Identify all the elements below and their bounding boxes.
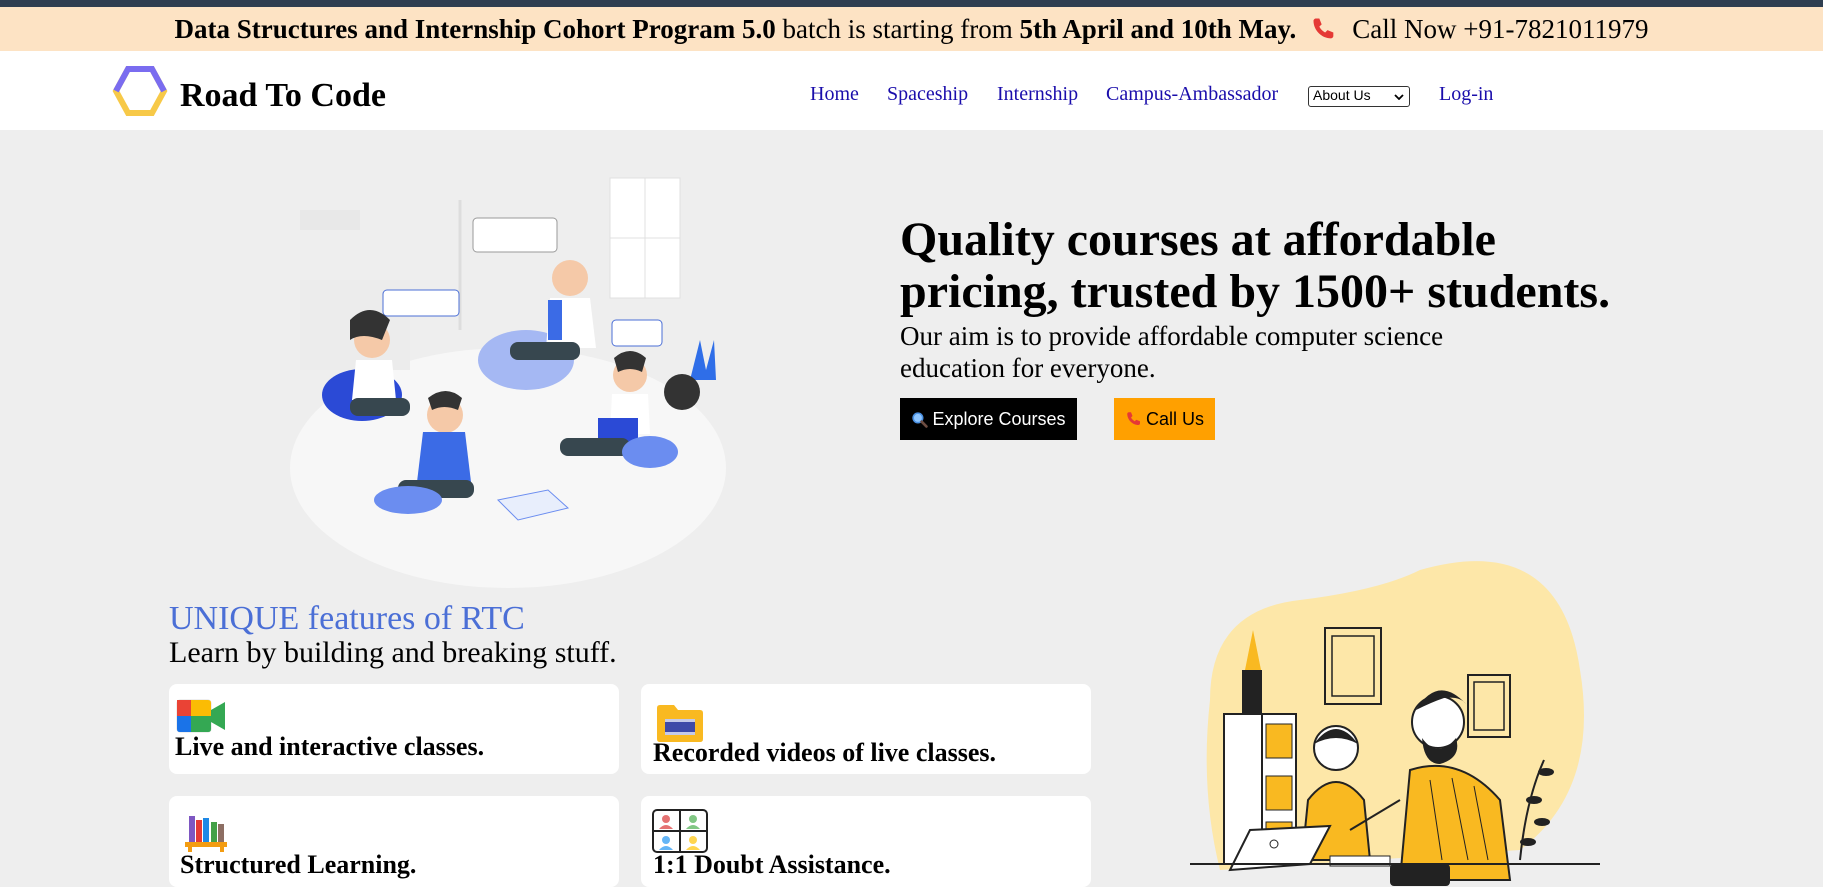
feature-card-doubt: 1:1 Doubt Assistance. <box>641 796 1091 887</box>
hero-subtitle: Our aim is to provide affordable compute… <box>900 321 1444 383</box>
phone-icon <box>1127 412 1140 425</box>
nav-campus-ambassador[interactable]: Campus-Ambassador <box>1106 83 1278 106</box>
brand-name[interactable]: Road To Code <box>180 77 386 115</box>
explore-courses-label: Explore Courses <box>932 408 1066 429</box>
chevron-down-icon <box>1394 94 1404 100</box>
magnifier-icon <box>912 411 929 428</box>
announcement-dates: 5th April and 10th May. <box>1019 13 1297 44</box>
feature-doubt-label: 1:1 Doubt Assistance. <box>653 850 891 879</box>
hero-title: Quality courses at affordable pricing, t… <box>900 213 1611 318</box>
announcement-program: Data Structures and Internship Cohort Pr… <box>174 13 776 44</box>
call-us-label: Call Us <box>1145 408 1204 429</box>
people-grid-icon <box>652 809 708 853</box>
nav-login[interactable]: Log-in <box>1439 83 1493 106</box>
explore-courses-button[interactable]: Explore Courses <box>900 398 1077 440</box>
announcement-call[interactable]: Call Now +91-7821011979 <box>1352 14 1648 45</box>
top-accent-bar <box>0 0 1823 7</box>
features-subtitle: Learn by building and breaking stuff. <box>169 636 617 669</box>
about-us-select[interactable]: About Us <box>1308 86 1410 107</box>
nav-home[interactable]: Home <box>810 83 859 106</box>
features-title: UNIQUE features of RTC <box>169 600 525 637</box>
feature-structured-label: Structured Learning. <box>180 850 417 879</box>
phone-icon <box>1313 18 1334 39</box>
feature-card-recorded: Recorded videos of live classes. <box>641 684 1091 774</box>
mentor-student-illustration <box>1190 561 1600 886</box>
students-discussion-illustration <box>290 177 726 588</box>
call-us-button[interactable]: Call Us <box>1114 398 1215 440</box>
feature-card-structured: Structured Learning. <box>169 796 619 887</box>
feature-card-live: Live and interactive classes. <box>169 684 619 774</box>
feature-live-label: Live and interactive classes. <box>175 732 485 761</box>
logo-hexagon-icon[interactable] <box>112 65 168 117</box>
nav-spaceship[interactable]: Spaceship <box>887 83 968 106</box>
about-us-select-value: About Us <box>1313 87 1371 103</box>
announcement-bar: Data Structures and Internship Cohort Pr… <box>0 7 1823 51</box>
feature-recorded-label: Recorded videos of live classes. <box>653 738 997 767</box>
nav-internship[interactable]: Internship <box>997 83 1078 106</box>
announcement-mid: batch is starting from <box>775 13 1020 44</box>
navbar: Road To Code Home Spaceship Internship C… <box>0 51 1823 130</box>
video-call-icon <box>176 699 225 733</box>
books-icon <box>185 816 227 852</box>
